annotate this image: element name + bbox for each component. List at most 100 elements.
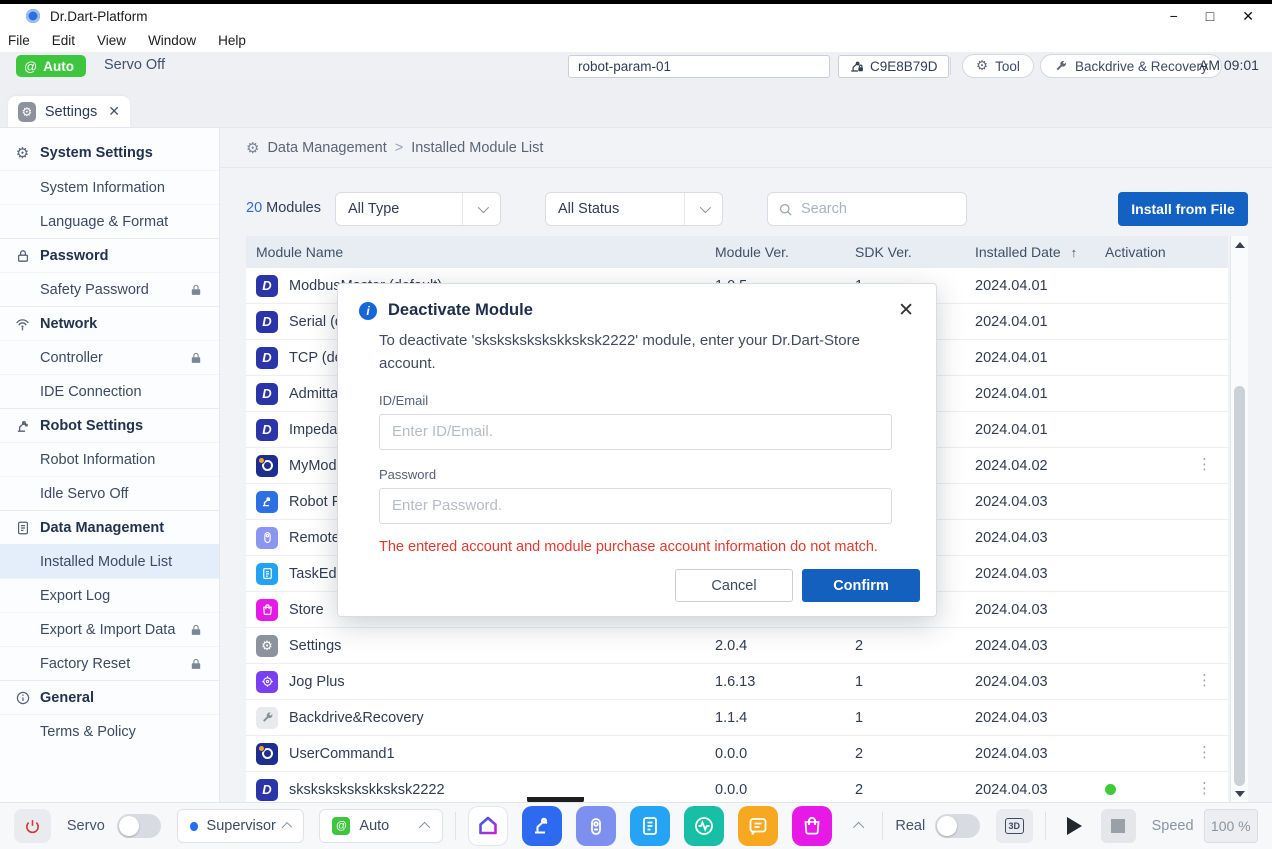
- dock-divider: [1045, 812, 1046, 840]
- dock-collapse-button[interactable]: [850, 817, 870, 835]
- task-editor-app-icon[interactable]: [630, 806, 670, 846]
- sidebar-item-system-information[interactable]: System Information: [0, 170, 219, 204]
- module-row-skskskskskskksksk2222[interactable]: Dskskskskskskksksk22220.0.022024.04.03⋮: [246, 772, 1228, 803]
- sidebar-item-factory-reset[interactable]: Factory Reset: [0, 646, 219, 680]
- scroll-down-arrow[interactable]: [1235, 791, 1245, 797]
- app-logo-icon: [26, 9, 40, 23]
- type-filter-select[interactable]: All Type: [335, 192, 501, 226]
- real-toggle[interactable]: [935, 814, 980, 838]
- tab-close-icon[interactable]: ✕: [108, 103, 120, 120]
- user-module-icon: [256, 743, 278, 765]
- table-scrollbar[interactable]: [1230, 236, 1248, 803]
- device-id-button[interactable]: C9E8B79D: [838, 55, 949, 78]
- jog-module-icon: [256, 671, 278, 693]
- tab-settings[interactable]: ⚙ Settings ✕: [8, 96, 130, 127]
- menubar-item-window[interactable]: Window: [148, 33, 196, 48]
- gear-icon: ⚙: [14, 145, 31, 162]
- auto-mode-icon: @: [332, 817, 350, 835]
- menubar-item-file[interactable]: File: [8, 33, 30, 48]
- play-icon: [1067, 817, 1082, 835]
- module-count: 20 Modules: [246, 200, 321, 216]
- sidebar-item-idle-servo-off[interactable]: Idle Servo Off: [0, 476, 219, 510]
- role-status-dot: [190, 822, 197, 831]
- sidebar-section-password[interactable]: Password: [0, 238, 219, 272]
- servo-toggle[interactable]: [117, 814, 162, 838]
- activation-indicator: [1105, 784, 1116, 795]
- module-row-settings[interactable]: ⚙Settings2.0.422024.04.03: [246, 628, 1228, 664]
- titlebar: Dr.Dart-Platform − □ ✕: [0, 0, 1272, 28]
- lock-icon: [14, 247, 31, 264]
- sidebar-item-controller[interactable]: Controller: [0, 340, 219, 374]
- toolbar-divider: [950, 57, 951, 75]
- close-button[interactable]: ✕: [1242, 9, 1254, 23]
- sidebar-section-general[interactable]: General: [0, 680, 219, 714]
- maximize-button[interactable]: □: [1206, 9, 1214, 23]
- sidebar-item-export-import-data[interactable]: Export & Import Data: [0, 612, 219, 646]
- power-button[interactable]: [14, 809, 51, 843]
- id-email-input[interactable]: [379, 414, 892, 450]
- sidebar-section-data-management[interactable]: Data Management: [0, 510, 219, 544]
- role-select[interactable]: Supervisor: [177, 809, 304, 843]
- module-row-jog-plus[interactable]: Jog Plus1.6.1312024.04.03⋮: [246, 664, 1228, 700]
- confirm-button[interactable]: Confirm: [802, 569, 920, 602]
- breadcrumb: ⚙ Data Management > Installed Module Lis…: [220, 128, 1272, 168]
- robot-param-input[interactable]: [568, 55, 830, 78]
- 3d-view-button[interactable]: 3D: [996, 809, 1033, 843]
- sidebar-section-network[interactable]: Network: [0, 306, 219, 340]
- dialog-title: Deactivate Module: [388, 301, 887, 320]
- installed-date-sort[interactable]: Installed Date↑: [965, 244, 1091, 260]
- sidebar-item-safety-password[interactable]: Safety Password: [0, 272, 219, 306]
- sidebar-item-export-log[interactable]: Export Log: [0, 578, 219, 612]
- wrench-icon: [1054, 59, 1068, 73]
- store-app-icon[interactable]: [792, 806, 832, 846]
- stop-icon: [1111, 819, 1125, 833]
- row-menu-button[interactable]: ⋮: [1197, 780, 1212, 798]
- sidebar-section-system-settings[interactable]: ⚙System Settings: [0, 136, 219, 170]
- speed-value[interactable]: 100 %: [1204, 809, 1258, 843]
- servo-label: Servo: [67, 818, 105, 834]
- sidebar-item-terms-policy[interactable]: Terms & Policy: [0, 714, 219, 748]
- menubar-item-edit[interactable]: Edit: [52, 33, 75, 48]
- module-row-usercommand1[interactable]: UserCommand10.0.022024.04.03⋮: [246, 736, 1228, 772]
- row-menu-button[interactable]: ⋮: [1197, 456, 1212, 474]
- minimize-button[interactable]: −: [1170, 9, 1178, 23]
- log-app-icon[interactable]: [738, 806, 778, 846]
- monitoring-app-icon[interactable]: [684, 806, 724, 846]
- backdrive-recovery-button[interactable]: Backdrive & Recovery: [1040, 54, 1222, 78]
- dialog-close-icon[interactable]: ✕: [898, 301, 914, 320]
- account-mismatch-error: The entered account and module purchase …: [338, 524, 936, 558]
- search-input[interactable]: [801, 201, 988, 217]
- status-filter-select[interactable]: All Status: [545, 192, 723, 226]
- row-menu-button[interactable]: ⋮: [1197, 672, 1212, 690]
- chevron-up-icon: [419, 822, 430, 833]
- module-row-backdrive-recovery[interactable]: Backdrive&Recovery1.1.412024.04.03: [246, 700, 1228, 736]
- jog-app-icon[interactable]: [522, 806, 562, 846]
- dart-module-icon: D: [256, 347, 278, 369]
- sidebar-item-ide-connection[interactable]: IDE Connection: [0, 374, 219, 408]
- sidebar-item-robot-information[interactable]: Robot Information: [0, 442, 219, 476]
- scrollbar-thumb[interactable]: [1234, 386, 1245, 786]
- menubar-item-help[interactable]: Help: [218, 33, 246, 48]
- chevron-down-icon: [462, 193, 500, 225]
- scroll-up-arrow[interactable]: [1235, 242, 1245, 248]
- sidebar-item-language-format[interactable]: Language & Format: [0, 204, 219, 238]
- mode-select[interactable]: @ Auto: [319, 809, 443, 843]
- top-toolbar: @ Auto Servo Off C9E8B79D ⚙ Tool Backdri…: [0, 52, 1272, 80]
- row-menu-button[interactable]: ⋮: [1197, 744, 1212, 762]
- id-email-label: ID/Email: [379, 393, 892, 408]
- cancel-button[interactable]: Cancel: [675, 569, 793, 602]
- install-from-file-button[interactable]: Install from File: [1118, 192, 1248, 226]
- sidebar-section-robot-settings[interactable]: Robot Settings: [0, 408, 219, 442]
- auto-mode-badge[interactable]: @ Auto: [16, 55, 86, 77]
- home-app-icon[interactable]: [468, 806, 508, 846]
- play-button[interactable]: [1058, 809, 1091, 843]
- stop-button[interactable]: [1101, 809, 1136, 843]
- network-icon: [14, 315, 31, 332]
- dart-module-icon: D: [256, 419, 278, 441]
- password-input[interactable]: [379, 488, 892, 524]
- menubar-item-view[interactable]: View: [97, 33, 126, 48]
- sidebar-item-installed-module-list[interactable]: Installed Module List: [0, 544, 219, 578]
- remote-app-icon[interactable]: [576, 806, 616, 846]
- lock-icon: [189, 623, 203, 637]
- tool-button[interactable]: ⚙ Tool: [962, 54, 1034, 78]
